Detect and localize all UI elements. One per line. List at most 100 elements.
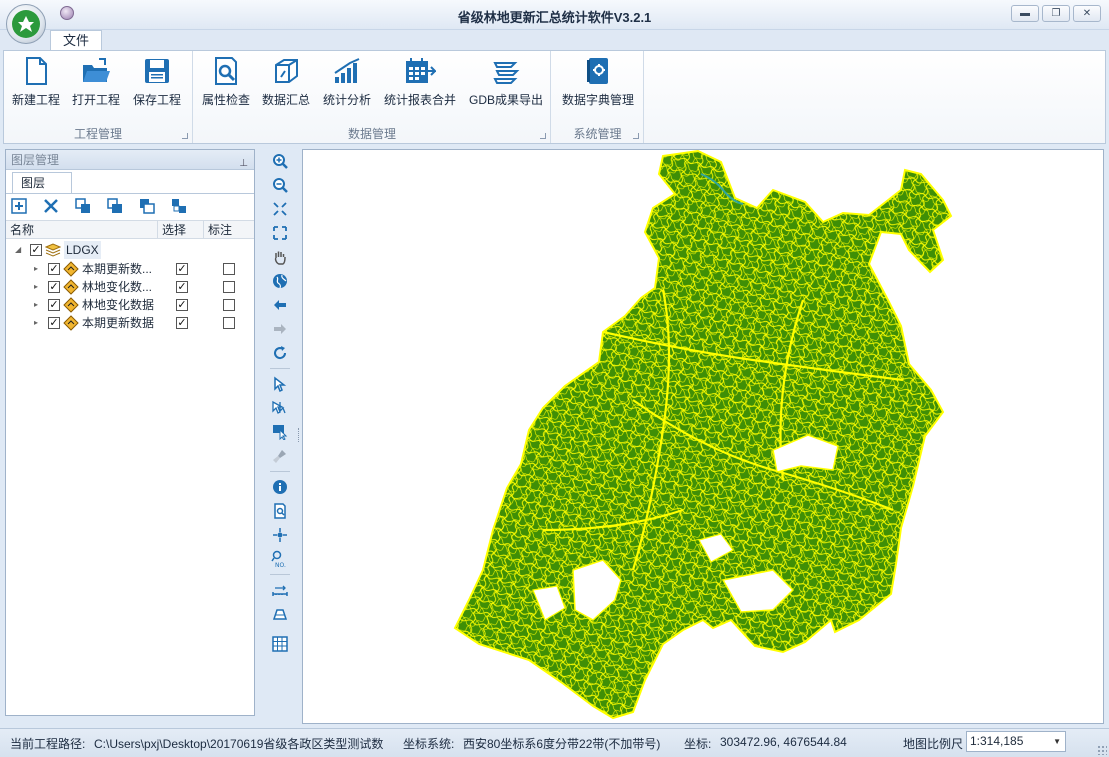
resize-grip-icon[interactable] (1097, 745, 1107, 755)
ribbon-tab-row: 文件 (0, 30, 1109, 51)
maximize-button[interactable]: ❐ (1042, 5, 1070, 22)
window-title: 省级林地更新汇总统计软件V3.2.1 (457, 10, 652, 25)
tab-file[interactable]: 文件 (50, 30, 102, 51)
layer-label-checkbox[interactable] (223, 281, 235, 293)
query-number-icon[interactable]: NO. (270, 549, 290, 569)
map-scale-select[interactable]: 1:314,185 ▼ (966, 731, 1066, 752)
chevron-down-icon[interactable]: ▼ (1053, 732, 1061, 751)
add-layer-icon[interactable] (10, 197, 28, 215)
back-arrow-icon[interactable] (270, 295, 290, 315)
new-project-button[interactable]: 新建工程 (10, 55, 62, 113)
move-up-icon[interactable] (106, 197, 124, 215)
polygon-layer-icon (63, 261, 79, 277)
column-name[interactable]: 名称 (6, 221, 158, 239)
data-summary-button[interactable]: 数据汇总 (260, 55, 312, 113)
data-dictionary-button[interactable]: 数据字典管理 (558, 55, 638, 113)
layer-name: 林地变化数... (82, 280, 153, 294)
attribute-query-icon[interactable] (270, 501, 290, 521)
layer-toolbar (10, 197, 188, 217)
ribbon-group-data: 属性检查 数据汇总 统计分析 统计报表合并 GDB成果导出 数据管理 (194, 51, 551, 143)
status-bar: 当前工程路径: C:\Users\pxj\Desktop\20170619省级各… (0, 728, 1109, 757)
full-extent-globe-icon[interactable] (270, 271, 290, 291)
splitter-handle[interactable] (298, 428, 300, 442)
column-select[interactable]: 选择 (158, 221, 204, 239)
layer-select-checkbox[interactable]: ✓ (176, 299, 188, 311)
select-arrow-icon[interactable] (270, 374, 290, 394)
expand-arrow-icon[interactable]: ▸ (34, 314, 42, 332)
map-view[interactable] (302, 149, 1104, 724)
layer-visible-checkbox[interactable]: ✓ (48, 263, 60, 275)
select-rectangle-icon[interactable] (270, 422, 290, 442)
minimize-button[interactable]: ▬ (1011, 5, 1039, 22)
group-label-system: 系统管理 (573, 127, 622, 141)
layer-name: 本期更新数... (82, 262, 153, 276)
group-label-project: 工程管理 (73, 127, 122, 141)
copy-layer-icon[interactable] (74, 197, 92, 215)
fixed-zoom-in-icon[interactable] (270, 199, 290, 219)
polygon-layer-icon (63, 297, 79, 313)
report-merge-icon (404, 55, 436, 87)
data-summary-icon (270, 55, 302, 87)
layer-panel: 图层管理 ⊥ 图层 名称 选择 标注 ◢ ✓ LDGX ▸ ✓ 本期更新数...… (5, 149, 255, 716)
grid-icon[interactable] (270, 634, 290, 654)
application-menu-button[interactable] (6, 4, 46, 44)
pan-hand-icon[interactable] (270, 247, 290, 267)
measure-distance-icon[interactable] (270, 580, 290, 600)
select-multiple-icon[interactable] (270, 398, 290, 418)
report-merge-button[interactable]: 统计报表合并 (382, 55, 458, 113)
measure-area-icon[interactable] (270, 604, 290, 624)
dialog-launcher-icon[interactable] (633, 133, 639, 139)
locate-point-icon[interactable] (270, 525, 290, 545)
forward-arrow-icon[interactable] (270, 319, 290, 339)
layer-panel-title: 图层管理 (11, 153, 60, 167)
layer-select-checkbox[interactable]: ✓ (176, 281, 188, 293)
layer-select-checkbox[interactable]: ✓ (176, 263, 188, 275)
zoom-out-icon[interactable] (270, 175, 290, 195)
coordinate-value: 303472.96, 4676544.84 (720, 735, 847, 749)
layer-label-checkbox[interactable] (223, 299, 235, 311)
layer-row[interactable]: ▸ ✓ 林地变化数据 ✓ (6, 296, 254, 314)
map-toolbar: NO. (264, 150, 296, 715)
group-layer-icon[interactable] (170, 197, 188, 215)
layer-label-checkbox[interactable] (223, 263, 235, 275)
column-label[interactable]: 标注 (204, 221, 252, 239)
save-project-button[interactable]: 保存工程 (131, 55, 183, 113)
layer-name: 林地变化数据 (82, 298, 155, 312)
tab-layers[interactable]: 图层 (12, 172, 72, 194)
open-project-button[interactable]: 打开工程 (70, 55, 122, 113)
bar-chart-icon (331, 55, 363, 87)
expand-arrow-icon[interactable]: ▸ (34, 296, 42, 314)
layer-row[interactable]: ▸ ✓ 本期更新数... ✓ (6, 260, 254, 278)
layer-row[interactable]: ▸ ✓ 林地变化数... ✓ (6, 278, 254, 296)
layer-group-checkbox[interactable]: ✓ (30, 244, 42, 256)
statistics-analysis-button[interactable]: 统计分析 (320, 55, 374, 113)
collapse-arrow-icon[interactable]: ◢ (15, 241, 23, 259)
layer-label-checkbox[interactable] (223, 317, 235, 329)
delete-layer-icon[interactable] (42, 197, 60, 215)
layer-visible-checkbox[interactable]: ✓ (48, 299, 60, 311)
identify-info-icon[interactable] (270, 477, 290, 497)
expand-arrow-icon[interactable]: ▸ (34, 260, 42, 278)
zoom-in-icon[interactable] (270, 151, 290, 171)
attribute-check-button[interactable]: 属性检查 (200, 55, 252, 113)
layer-visible-checkbox[interactable]: ✓ (48, 317, 60, 329)
refresh-icon[interactable] (270, 343, 290, 363)
layer-name: 本期更新数据 (82, 316, 155, 330)
dialog-launcher-icon[interactable] (540, 133, 546, 139)
dialog-launcher-icon[interactable] (182, 133, 188, 139)
gdb-export-button[interactable]: GDB成果导出 (467, 55, 545, 113)
layer-visible-checkbox[interactable]: ✓ (48, 281, 60, 293)
save-disk-icon (141, 55, 173, 87)
attribute-check-icon (210, 55, 242, 87)
app-logo-icon (12, 10, 40, 38)
pin-icon[interactable]: ⊥ (239, 154, 248, 174)
layer-select-checkbox[interactable]: ✓ (176, 317, 188, 329)
dictionary-icon (582, 55, 614, 87)
close-button[interactable]: ✕ (1073, 5, 1101, 22)
clear-brush-icon[interactable] (270, 446, 290, 466)
fixed-zoom-out-icon[interactable] (270, 223, 290, 243)
layer-row[interactable]: ▸ ✓ 本期更新数据 ✓ (6, 314, 254, 332)
expand-arrow-icon[interactable]: ▸ (34, 278, 42, 296)
layer-group-row[interactable]: ◢ ✓ LDGX (6, 241, 254, 259)
move-down-icon[interactable] (138, 197, 156, 215)
